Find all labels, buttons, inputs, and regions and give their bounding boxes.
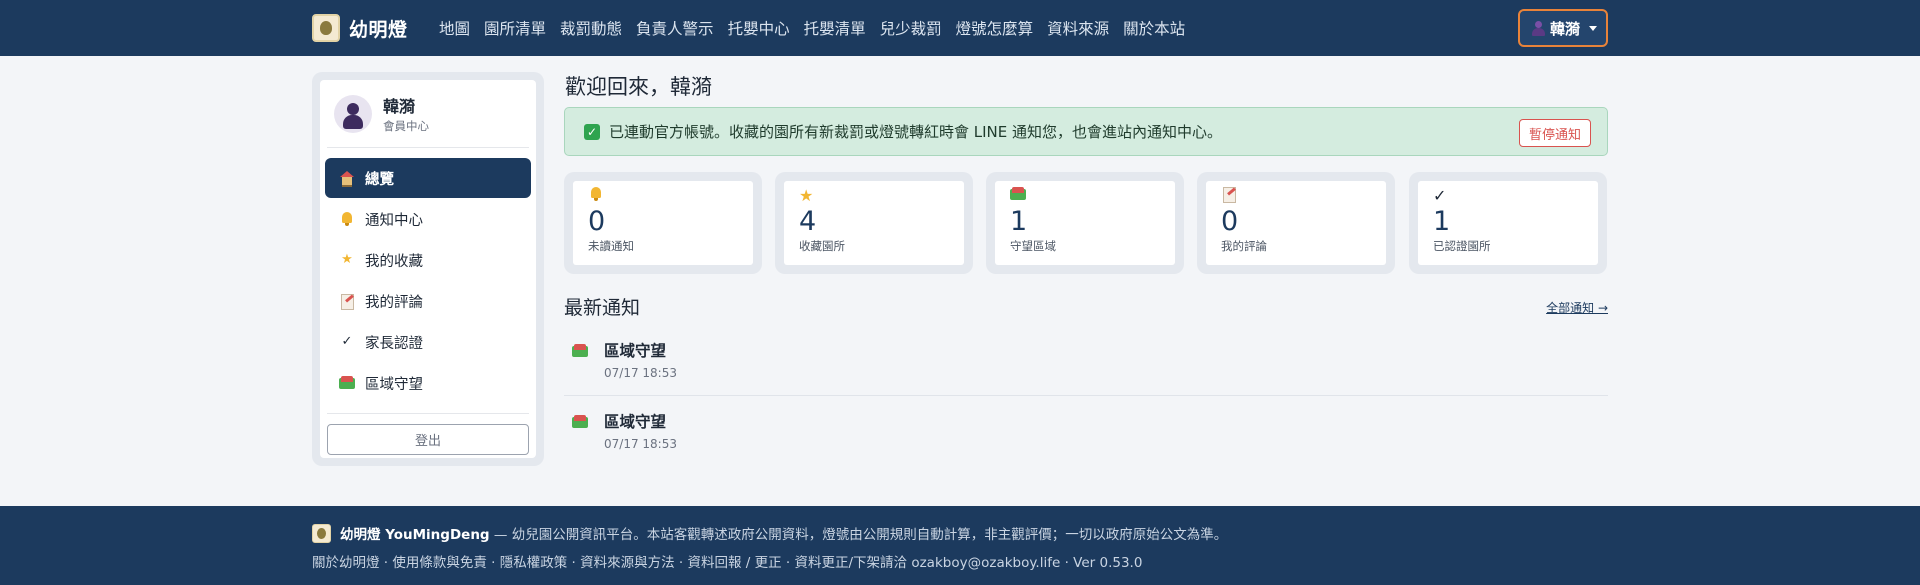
houses-icon bbox=[1010, 186, 1026, 206]
sidebar-item-notifications[interactable]: 通知中心 bbox=[325, 199, 531, 239]
stat-card-favorites[interactable]: ★ 4 收藏園所 bbox=[775, 172, 973, 274]
nav-link-about[interactable]: 關於本站 bbox=[1116, 17, 1192, 39]
stat-card-watch-areas[interactable]: 1 守望區域 bbox=[986, 172, 1184, 274]
sidebar: 韓漪 會員中心 總覽 通知中心 ★ 我的收藏 我的評論 ✓ 家長認證 區域守望 … bbox=[312, 72, 544, 466]
logo-icon bbox=[312, 523, 331, 543]
star-icon: ★ bbox=[341, 252, 353, 267]
stat-value: 0 bbox=[588, 206, 606, 237]
logo-icon bbox=[312, 14, 340, 42]
nav-link-nursery[interactable]: 托嬰中心 bbox=[721, 17, 797, 39]
user-avatar-icon bbox=[1532, 20, 1545, 36]
notification-title: 區域守望 bbox=[604, 413, 667, 431]
stat-value: 1 bbox=[1433, 206, 1451, 237]
brand-link[interactable]: 幼明燈 bbox=[312, 14, 408, 42]
notification-time: 07/17 18:53 bbox=[604, 366, 677, 380]
bell-icon bbox=[588, 186, 604, 206]
notification-title: 區域守望 bbox=[604, 342, 667, 360]
notifications-heading: 最新通知 bbox=[564, 297, 641, 319]
top-navbar: 幼明燈 地圖 園所清單 裁罰動態 負責人警示 托嬰中心 托嬰清單 兒少裁罰 燈號… bbox=[0, 0, 1920, 56]
sidebar-item-favorites[interactable]: ★ 我的收藏 bbox=[325, 240, 531, 280]
stat-card-body: 0 我的評論 bbox=[1206, 181, 1386, 265]
check-box-icon: ✓ bbox=[584, 123, 600, 140]
sidebar-panel: 韓漪 會員中心 總覽 通知中心 ★ 我的收藏 我的評論 ✓ 家長認證 區域守望 … bbox=[320, 80, 536, 458]
sidebar-menu: 總覽 通知中心 ★ 我的收藏 我的評論 ✓ 家長認證 區域守望 bbox=[325, 158, 531, 403]
nav-link-nursery-list[interactable]: 托嬰清單 bbox=[797, 17, 873, 39]
stat-card-reviews[interactable]: 0 我的評論 bbox=[1197, 172, 1395, 274]
sidebar-item-reviews[interactable]: 我的評論 bbox=[325, 281, 531, 321]
check-icon: ✓ bbox=[1433, 186, 1447, 205]
logout-button[interactable]: 登出 bbox=[327, 424, 529, 455]
pause-notifications-button[interactable]: 暫停通知 bbox=[1518, 119, 1591, 147]
stat-label: 已認證園所 bbox=[1433, 239, 1491, 253]
star-icon: ★ bbox=[799, 186, 814, 205]
nav-link-map[interactable]: 地圖 bbox=[432, 17, 477, 39]
stat-value: 0 bbox=[1221, 206, 1239, 237]
page-title: 歡迎回來，韓漪 bbox=[565, 75, 712, 99]
alert-text: 已連動官方帳號。收藏的園所有新裁罰或燈號轉紅時會 LINE 通知您，也會進站內通… bbox=[609, 123, 1223, 141]
houses-icon bbox=[572, 414, 588, 430]
stat-card-body: 0 未讀通知 bbox=[573, 181, 753, 265]
notification-time: 07/17 18:53 bbox=[604, 437, 677, 451]
sidebar-item-label: 我的收藏 bbox=[365, 253, 423, 270]
stat-label: 未讀通知 bbox=[588, 239, 634, 253]
caret-down-icon bbox=[1589, 25, 1598, 31]
profile-subtitle: 會員中心 bbox=[383, 119, 429, 133]
line-linked-alert: ✓ 已連動官方帳號。收藏的園所有新裁罰或燈號轉紅時會 LINE 通知您，也會進站… bbox=[564, 107, 1608, 156]
sidebar-item-parent-verification[interactable]: ✓ 家長認證 bbox=[325, 322, 531, 362]
nav-link-owner-alerts[interactable]: 負責人警示 bbox=[629, 17, 721, 39]
stats-row: 0 未讀通知 ★ 4 收藏園所 1 守望區域 0 我的評論 ✓ 1 已認證園所 bbox=[564, 172, 1608, 274]
nav-link-light-rules[interactable]: 燈號怎麼算 bbox=[949, 17, 1041, 39]
profile-name: 韓漪 bbox=[383, 97, 416, 116]
nav-link-kindergarten-list[interactable]: 園所清單 bbox=[477, 17, 553, 39]
main-nav: 地圖 園所清單 裁罰動態 負責人警示 托嬰中心 托嬰清單 兒少裁罰 燈號怎麼算 … bbox=[432, 0, 1192, 56]
sidebar-item-label: 總覽 bbox=[365, 171, 394, 188]
stat-card-body: 1 守望區域 bbox=[995, 181, 1175, 265]
sidebar-item-label: 通知中心 bbox=[365, 212, 423, 229]
nav-link-data-sources[interactable]: 資料來源 bbox=[1040, 17, 1116, 39]
sidebar-item-area-watch[interactable]: 區域守望 bbox=[325, 363, 531, 403]
notification-item[interactable]: 區域守望 07/17 18:53 bbox=[564, 326, 1608, 396]
memo-icon bbox=[339, 293, 355, 310]
user-menu-name: 韓漪 bbox=[1550, 19, 1581, 38]
check-icon: ✓ bbox=[341, 334, 353, 349]
footer-line: 幼明燈 YouMingDeng — 幼兒園公開資訊平台。本站客觀轉述政府公開資料… bbox=[312, 523, 1227, 543]
sidebar-item-label: 區域守望 bbox=[365, 376, 423, 393]
stat-value: 4 bbox=[799, 206, 817, 237]
stat-card-body: ✓ 1 已認證園所 bbox=[1418, 181, 1598, 265]
notification-item[interactable]: 區域守望 07/17 18:53 bbox=[564, 397, 1608, 467]
houses-icon bbox=[572, 343, 588, 359]
user-menu-button[interactable]: 韓漪 bbox=[1518, 9, 1608, 47]
profile-block: 韓漪 會員中心 bbox=[327, 80, 529, 148]
brand-name: 幼明燈 bbox=[349, 18, 408, 41]
stat-card-unread[interactable]: 0 未讀通知 bbox=[564, 172, 762, 274]
avatar bbox=[334, 94, 372, 133]
stat-value: 1 bbox=[1010, 206, 1028, 237]
stat-label: 收藏園所 bbox=[799, 239, 845, 253]
bell-icon bbox=[339, 211, 355, 227]
sidebar-divider bbox=[327, 413, 529, 414]
sidebar-item-overview[interactable]: 總覽 bbox=[325, 158, 531, 198]
nav-link-penalties[interactable]: 裁罰動態 bbox=[553, 17, 629, 39]
memo-icon bbox=[1221, 186, 1237, 206]
nav-link-child-penalties[interactable]: 兒少裁罰 bbox=[873, 17, 949, 39]
sidebar-item-label: 我的評論 bbox=[365, 294, 423, 311]
houses-icon bbox=[339, 375, 355, 391]
footer-brand: 幼明燈 YouMingDeng bbox=[340, 527, 490, 543]
house-icon bbox=[339, 170, 355, 187]
footer-description: — 幼兒園公開資訊平台。本站客觀轉述政府公開資料，燈號由公開規則自動計算，非主觀… bbox=[493, 527, 1228, 543]
stat-card-verified[interactable]: ✓ 1 已認證園所 bbox=[1409, 172, 1607, 274]
footer: 幼明燈 YouMingDeng — 幼兒園公開資訊平台。本站客觀轉述政府公開資料… bbox=[0, 506, 1920, 585]
stat-label: 我的評論 bbox=[1221, 239, 1267, 253]
footer-links[interactable]: 關於幼明燈 · 使用條款與免責 · 隱私權政策 · 資料來源與方法 · 資料回報… bbox=[312, 551, 1142, 571]
stat-card-body: ★ 4 收藏園所 bbox=[784, 181, 964, 265]
view-all-notifications-link[interactable]: 全部通知 → bbox=[1546, 299, 1608, 316]
stat-label: 守望區域 bbox=[1010, 239, 1056, 253]
sidebar-item-label: 家長認證 bbox=[365, 335, 423, 352]
